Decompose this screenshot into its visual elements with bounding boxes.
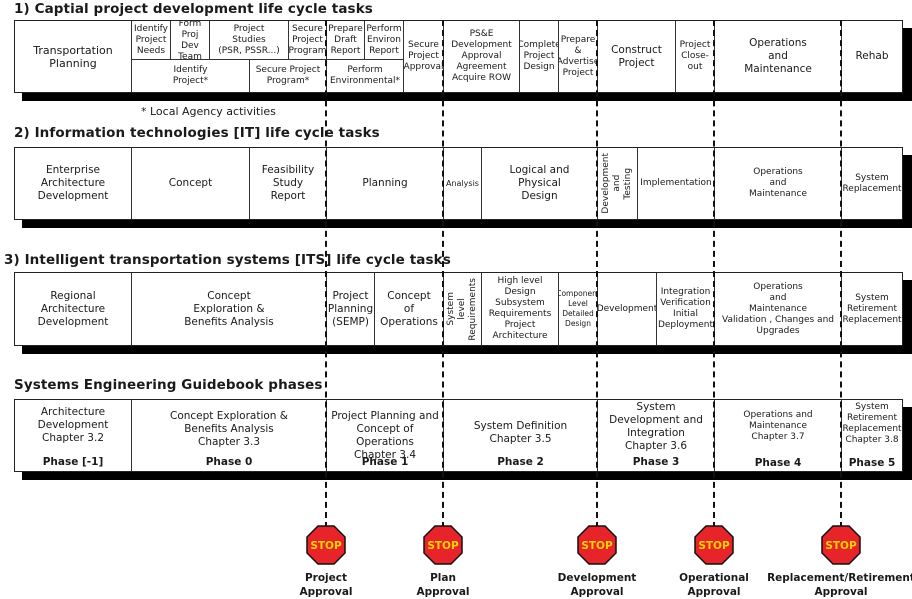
box-shadow: [903, 407, 912, 477]
local-agency-cell: Identify Project*: [132, 59, 250, 92]
task-cell: Perform Environ Report: [365, 21, 404, 60]
task-cell: Project Planning (SEMP): [327, 273, 375, 345]
box-shadow: [903, 280, 912, 350]
gate-line-operational: [713, 20, 715, 528]
task-cell: Logical and Physical Design: [482, 148, 598, 219]
phase-number: Phase 3: [632, 456, 680, 468]
gate-line-project: [325, 20, 327, 528]
section-title-capital: 1) Captial project development life cycl…: [14, 1, 373, 17]
task-cell: Project Close-out: [676, 21, 715, 92]
box-shadow: [22, 345, 912, 354]
task-cell: PS&E Development Approval Agreement Acqu…: [444, 21, 520, 92]
phase-description: Concept Exploration & Benefits Analysis …: [169, 410, 288, 448]
task-cell-label: System level Requirements: [446, 277, 478, 341]
section-title-seg: Systems Engineering Guidebook phases: [14, 377, 323, 393]
phase-cell: Architecture Development Chapter 3.2 Phas…: [15, 400, 132, 471]
box-shadow: [903, 155, 912, 225]
stop-sign-text: STOP: [825, 540, 857, 552]
phase-cell: Concept Exploration & Benefits Analysis …: [132, 400, 327, 471]
phase-number: Phase 5: [848, 457, 896, 469]
task-cell: Concept Exploration & Benefits Analysis: [132, 273, 327, 345]
gate-label: Replacement/Retirement Approval: [767, 572, 912, 598]
task-cell: Concept: [132, 148, 250, 219]
task-cell: Feasibility Study Report: [250, 148, 327, 219]
task-cell: Secure Project Program: [289, 21, 327, 60]
stop-sign-icon: STOP: [694, 525, 734, 565]
phase-description: System Definition Chapter 3.5: [473, 420, 568, 445]
task-cell: Operations and Maintenance Validation , …: [715, 273, 842, 345]
phase-cell: System Definition Chapter 3.5 Phase 2: [444, 400, 598, 471]
local-agency-cell: Perform Environmental*: [327, 59, 404, 92]
task-cell: Secure Project Approval: [404, 21, 444, 92]
its-tasks-box: Regional Architecture Development Concep…: [14, 272, 903, 346]
task-cell: Regional Architecture Development: [15, 273, 132, 345]
box-shadow: [22, 471, 912, 480]
phase-number: Phase [-1]: [42, 456, 104, 468]
stop-sign-icon: STOP: [577, 525, 617, 565]
task-cell: Transportation Planning: [15, 21, 132, 92]
phase-number: Phase 2: [497, 456, 544, 468]
task-cell: Component Level Detailed Design: [559, 273, 598, 345]
task-cell: Complete Project Design: [520, 21, 559, 92]
task-cell: System Replacement: [842, 148, 902, 219]
stop-sign-text: STOP: [310, 540, 342, 552]
capital-tasks-box: Transportation Planning Identify Project…: [14, 20, 903, 93]
stop-sign-text: STOP: [427, 540, 459, 552]
task-cell: High level Design Subsystem Requirements…: [482, 273, 559, 345]
it-tasks-box: Enterprise Architecture Development Conc…: [14, 147, 903, 220]
phase-number: Phase 1: [361, 456, 409, 468]
phase-description: Architecture Development Chapter 3.2: [37, 406, 109, 444]
task-cell: Development and Testing: [598, 148, 638, 219]
gate-line-development: [596, 20, 598, 528]
box-shadow: [903, 28, 912, 98]
task-cell: Planning: [327, 148, 444, 219]
task-cell: Form Proj Dev Team: [171, 21, 210, 60]
phase-description: System Retirement Replacement Chapter 3.…: [842, 402, 902, 445]
stop-sign-icon: STOP: [306, 525, 346, 565]
gate-line-replacement: [840, 20, 842, 528]
task-cell: System level Requirements: [444, 273, 482, 345]
task-cell: Implementation: [638, 148, 715, 219]
box-shadow: [22, 219, 912, 228]
section-title-its: 3) Intelligent transportation systems [I…: [4, 252, 451, 268]
phase-number: Phase 4: [754, 457, 802, 469]
task-cell: Prepare Draft Report: [327, 21, 365, 60]
phase-cell: Operations and Maintenance Chapter 3.7 Ph…: [715, 400, 842, 471]
task-cell: Rehab: [842, 21, 902, 92]
task-cell: Construct Project: [598, 21, 676, 92]
box-shadow: [22, 92, 912, 101]
local-agency-cell: Secure Project Program*: [250, 59, 327, 92]
phase-description: Operations and Maintenance Chapter 3.7: [743, 410, 813, 442]
gate-line-plan: [442, 20, 444, 528]
phase-cell: System Retirement Replacement Chapter 3.…: [842, 400, 902, 471]
task-cell: Identify Project Needs: [132, 21, 171, 60]
seg-phases-box: Architecture Development Chapter 3.2 Phas…: [14, 399, 903, 472]
phase-cell: Project Planning and Concept of Operatio…: [327, 400, 444, 471]
task-cell: Integration Verification Initial Deploym…: [657, 273, 715, 345]
task-cell: Development: [598, 273, 657, 345]
stop-sign-text: STOP: [581, 540, 613, 552]
phase-number: Phase 0: [205, 456, 253, 468]
task-cell: Project Studies (PSR, PSSR...): [210, 21, 289, 60]
task-cell: Concept of Operations: [375, 273, 444, 345]
stop-sign-icon: STOP: [423, 525, 463, 565]
phase-description: Project Planning and Concept of Operatio…: [331, 410, 439, 461]
task-cell: Prepare & Advertise Project: [559, 21, 598, 92]
gate-label: Plan Approval: [416, 572, 470, 598]
task-cell: Operations and Maintenance: [715, 148, 842, 219]
local-agency-note: * Local Agency activities: [141, 105, 276, 118]
task-cell: Analysis: [444, 148, 482, 219]
stop-sign-icon: STOP: [821, 525, 861, 565]
task-cell-label: Development and Testing: [601, 153, 633, 214]
stop-sign-text: STOP: [698, 540, 730, 552]
task-cell: System Retirement Replacement: [842, 273, 902, 345]
task-cell: Enterprise Architecture Development: [15, 148, 132, 219]
phase-description: System Development and Integration Chapt…: [609, 401, 703, 452]
task-cell: Operations and Maintenance: [715, 21, 842, 92]
phase-cell: System Development and Integration Chapt…: [598, 400, 715, 471]
